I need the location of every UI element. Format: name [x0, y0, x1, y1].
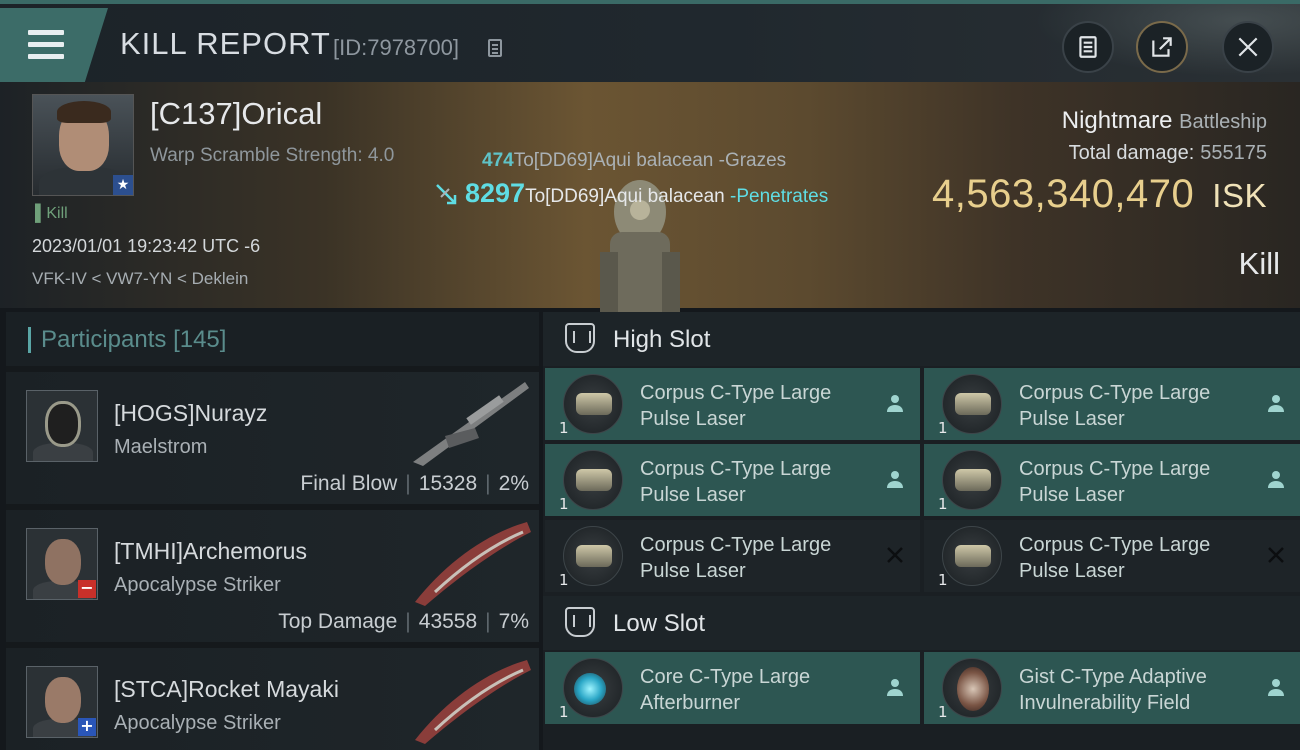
- close-icon: [1238, 37, 1258, 57]
- menu-button[interactable]: [0, 8, 108, 84]
- participant-stats: Top Damage | 43558 | 7%: [278, 610, 529, 633]
- close-button[interactable]: [1222, 21, 1274, 73]
- afterburner-icon: [563, 658, 623, 718]
- module-icon: [563, 450, 623, 510]
- hamburger-icon: [28, 30, 64, 66]
- share-button[interactable]: [1136, 21, 1188, 73]
- fitted-module[interactable]: 1 Corpus C-Type Large Pulse Laser: [924, 444, 1300, 516]
- module-name: Corpus C-Type Large Pulse Laser: [1019, 534, 1211, 582]
- damage-arrow-icon: [436, 184, 457, 205]
- module-name: Gist C-Type Adaptive Invulnerability Fie…: [1019, 666, 1207, 714]
- fitted-module[interactable]: 1 Corpus C-Type Large Pulse Laser: [924, 368, 1300, 440]
- module-icon: [942, 374, 1002, 434]
- participants-header: Participants [145]: [6, 312, 539, 366]
- low-slot-grid: 1 Core C-Type Large Afterburner 1 Gist C…: [543, 650, 1300, 726]
- module-icon: [942, 526, 1002, 586]
- fitting-panel: High Slot 1 Corpus C-Type Large Pulse La…: [543, 312, 1300, 750]
- ship-name[interactable]: Nightmare Battleship: [1062, 107, 1267, 135]
- fitted-module[interactable]: 1 Corpus C-Type Large Pulse Laser: [545, 368, 920, 440]
- minus-icon: −: [78, 580, 96, 598]
- destroyed-x-icon: [887, 547, 903, 563]
- damage-event-penetrate: 8297To[DD69]Aqui balacean -Penetrates: [435, 178, 828, 209]
- module-name: Corpus C-Type Large Pulse Laser: [640, 534, 832, 582]
- destroyed-x-icon: [1268, 547, 1284, 563]
- participant-name: [TMHI]Archemorus: [114, 538, 307, 564]
- clipboard-button[interactable]: [1062, 21, 1114, 73]
- participant-row[interactable]: − [TMHI]Archemorus Apocalypse Striker To…: [6, 510, 539, 642]
- fitted-module[interactable]: 1 Core C-Type Large Afterburner: [545, 652, 920, 724]
- participant-row[interactable]: + [STCA]Rocket Mayaki Apocalypse Striker: [6, 648, 539, 750]
- copy-icon[interactable]: [488, 39, 502, 57]
- participant-row[interactable]: [HOGS]Nurayz Maelstrom Final Blow | 15328 |…: [6, 372, 539, 504]
- module-name: Corpus C-Type Large Pulse Laser: [1019, 382, 1211, 430]
- person-icon: [1268, 679, 1284, 696]
- person-icon: [887, 395, 903, 412]
- participant-ship-image: [415, 522, 531, 606]
- participant-stats: Final Blow | 15328 | 2%: [300, 472, 529, 495]
- module-name: Corpus C-Type Large Pulse Laser: [640, 458, 832, 506]
- module-icon: [563, 526, 623, 586]
- report-id: [ID:7978700]: [333, 35, 459, 60]
- fitted-module[interactable]: 1 Corpus C-Type Large Pulse Laser: [924, 520, 1300, 592]
- page-title: KILL REPORT: [120, 26, 331, 61]
- participant-ship: Apocalypse Striker: [114, 712, 281, 734]
- module-name: Core C-Type Large Afterburner: [640, 666, 811, 714]
- person-icon: [887, 679, 903, 696]
- victim-name[interactable]: [C137]Orical: [150, 96, 322, 132]
- participant-ship-image: [415, 660, 531, 744]
- invulnerability-field-icon: [942, 658, 1002, 718]
- total-damage: Total damage: 555175: [1068, 142, 1267, 164]
- participant-name: [HOGS]Nurayz: [114, 400, 268, 426]
- kill-timestamp: 2023/01/01 19:23:42 UTC -6: [32, 236, 261, 256]
- participant-avatar[interactable]: −: [26, 528, 98, 600]
- module-name: Corpus C-Type Large Pulse Laser: [1019, 458, 1211, 506]
- module-icon: [563, 374, 623, 434]
- victim-avatar[interactable]: ★: [32, 94, 134, 196]
- person-icon: [1268, 471, 1284, 488]
- module-icon: [942, 450, 1002, 510]
- fitted-module[interactable]: 1 Corpus C-Type Large Pulse Laser: [545, 444, 920, 516]
- plus-icon: +: [78, 718, 96, 736]
- module-name: Corpus C-Type Large Pulse Laser: [640, 382, 832, 430]
- participants-title: Participants: [41, 326, 167, 353]
- participant-ship: Maelstrom: [114, 436, 208, 458]
- clipboard-icon: [1079, 36, 1097, 58]
- fitted-module[interactable]: 1 Corpus C-Type Large Pulse Laser: [545, 520, 920, 592]
- isk-value: 4,563,340,470 ISK: [931, 172, 1267, 216]
- participant-ship-image: [413, 382, 529, 466]
- kill-location[interactable]: VFK-IV < VW7-YN < Deklein: [32, 269, 248, 289]
- person-icon: [887, 471, 903, 488]
- high-slot-title: High Slot: [613, 326, 711, 353]
- participant-avatar[interactable]: +: [26, 666, 98, 738]
- low-slot-icon: [565, 607, 595, 637]
- participants-panel: Participants [145] [HOGS]Nurayz Maelstro…: [6, 312, 539, 750]
- participant-name: [STCA]Rocket Mayaki: [114, 676, 339, 702]
- high-slot-icon: [565, 323, 595, 353]
- low-slot-title: Low Slot: [613, 610, 706, 637]
- warp-scramble-strength: Warp Scramble Strength: 4.0: [150, 145, 395, 166]
- fitted-module[interactable]: 1 Gist C-Type Adaptive Invulnerability F…: [924, 652, 1300, 724]
- low-slot-header: Low Slot: [543, 596, 1300, 650]
- kill-tag: ▌Kill: [35, 205, 68, 222]
- participant-avatar[interactable]: [26, 390, 98, 462]
- damage-event-graze: 474To[DD69]Aqui balacean -Grazes: [482, 150, 787, 171]
- person-icon: [1268, 395, 1284, 412]
- high-slot-header: High Slot: [543, 312, 1300, 366]
- star-icon: ★: [113, 175, 133, 195]
- participants-count: [145]: [173, 326, 227, 353]
- participant-ship: Apocalypse Striker: [114, 574, 281, 596]
- kill-outcome-label: Kill: [1238, 246, 1280, 281]
- share-icon: [1152, 37, 1172, 57]
- header-bar: KILL REPORT [ID:7978700]: [0, 0, 1300, 86]
- high-slot-grid: 1 Corpus C-Type Large Pulse Laser 1 Corp…: [543, 366, 1300, 594]
